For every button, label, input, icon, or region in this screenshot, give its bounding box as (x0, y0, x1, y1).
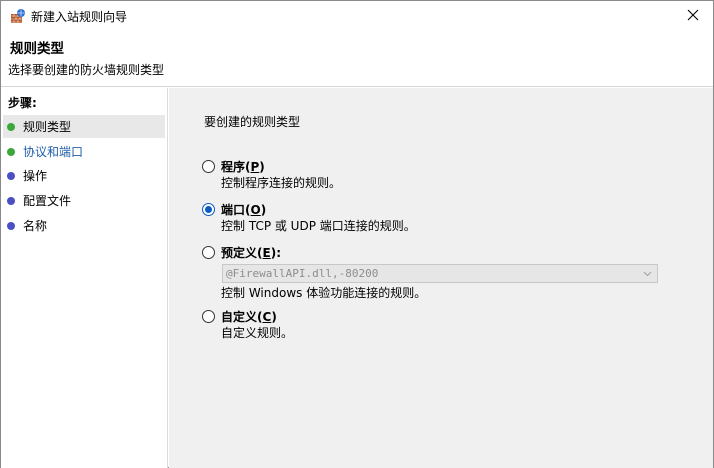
custom-desc: 自定义规则。 (221, 326, 294, 340)
step-status-icon (7, 196, 15, 205)
close-icon (687, 9, 699, 24)
predefined-select-value: @FirewallAPI.dll,-80200 (226, 267, 379, 280)
program-desc: 控制程序连接的规则。 (221, 176, 342, 190)
step-item-profile[interactable]: 配置文件 (3, 189, 165, 212)
step-item-action[interactable]: 操作 (3, 164, 165, 187)
step-item-name[interactable]: 名称 (3, 214, 165, 237)
wizard-header: 规则类型 选择要创建的防火墙规则类型 (1, 31, 713, 87)
chevron-down-icon (643, 266, 652, 283)
window-title: 新建入站规则向导 (31, 10, 128, 24)
predefined-label[interactable]: 预定义(E): (221, 244, 281, 261)
program-radio[interactable] (202, 160, 215, 173)
port-radio[interactable] (202, 203, 215, 216)
step-status-icon (7, 221, 15, 230)
step-label: 操作 (23, 169, 48, 183)
firewall-icon (10, 8, 26, 24)
predefined-radio[interactable] (202, 246, 215, 259)
step-status-icon (7, 147, 15, 156)
step-label: 名称 (23, 219, 48, 233)
step-status-icon (7, 122, 15, 131)
port-desc: 控制 TCP 或 UDP 端口连接的规则。 (221, 219, 416, 233)
step-label: 协议和端口 (23, 145, 84, 159)
step-item-protocol-ports[interactable]: 协议和端口 (3, 140, 165, 163)
wizard-window: 新建入站规则向导 规则类型 选择要创建的防火墙规则类型 步骤: 规则类型 协议和… (0, 0, 714, 468)
port-label[interactable]: 端口(O) (221, 201, 266, 218)
steps-heading: 步骤: (8, 96, 37, 110)
rule-type-prompt: 要创建的规则类型 (204, 115, 301, 129)
page-subtitle: 选择要创建的防火墙规则类型 (8, 63, 165, 77)
title-bar: 新建入站规则向导 (1, 1, 713, 31)
step-item-rule-type[interactable]: 规则类型 (3, 115, 165, 138)
predefined-select[interactable]: @FirewallAPI.dll,-80200 (222, 264, 658, 283)
step-label: 配置文件 (23, 194, 72, 208)
steps-pane: 步骤: 规则类型 协议和端口 操作 配置文件 名称 (1, 88, 168, 468)
close-button[interactable] (673, 1, 713, 31)
step-label: 规则类型 (23, 120, 72, 134)
custom-label[interactable]: 自定义(C) (221, 308, 277, 325)
predefined-desc: 控制 Windows 体验功能连接的规则。 (221, 286, 427, 300)
content-pane: 要创建的规则类型 程序(P) 控制程序连接的规则。 端口(O) 控制 TCP 或… (169, 88, 713, 468)
step-status-icon (7, 171, 15, 180)
program-label[interactable]: 程序(P) (221, 158, 265, 175)
custom-radio[interactable] (202, 310, 215, 323)
page-title: 规则类型 (10, 41, 64, 57)
